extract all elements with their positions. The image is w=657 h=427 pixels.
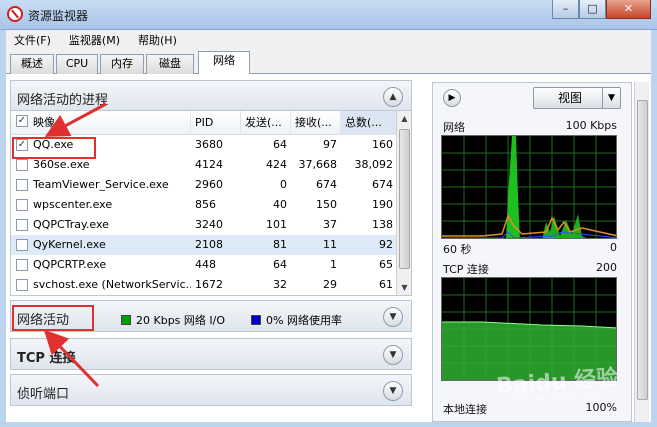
- dropdown-arrow-icon[interactable]: ▼: [602, 88, 620, 108]
- tab-disk[interactable]: 磁盘: [146, 54, 194, 74]
- resource-monitor-icon: [7, 6, 23, 22]
- graph-grid: [442, 136, 616, 238]
- graph-local-title: 本地连接: [443, 403, 487, 416]
- watermark-sub: jingyan.baidu.com: [511, 392, 604, 403]
- chevron-right-icon[interactable]: ▶: [443, 89, 461, 107]
- maximize-button[interactable]: □: [579, 0, 606, 19]
- graph-tcp-title: TCP 连接: [443, 263, 489, 276]
- annotation-arrow-1: [44, 102, 107, 137]
- graph-network-max: 100 Kbps: [565, 119, 617, 132]
- title-bar: 资源监视器 – □ ✕: [0, 0, 657, 30]
- graph-network-min: 0: [610, 241, 617, 254]
- annotation-arrow-2: [43, 329, 100, 388]
- graph-network-title: 网络: [443, 121, 465, 134]
- window-title: 资源监视器: [28, 9, 89, 23]
- menu-bar: 文件(F) 监视器(M) 帮助(H): [6, 30, 651, 50]
- close-button[interactable]: ✕: [606, 0, 651, 19]
- minimize-button[interactable]: –: [552, 0, 579, 19]
- network-graph: [441, 135, 617, 239]
- content-area: 网络活动的进程 ▲ ✓ 映像 PID 发送(... 接收(... 总数(... …: [6, 74, 651, 422]
- network-graph-svg: [442, 136, 616, 238]
- graphs-scrollbar[interactable]: [634, 82, 649, 422]
- tab-network[interactable]: 网络: [198, 51, 250, 75]
- view-button[interactable]: 视图 ▼: [533, 87, 621, 109]
- tab-cpu[interactable]: CPU: [56, 54, 98, 74]
- tab-bar: 概述 CPU 内存 磁盘 网络: [6, 50, 651, 75]
- tab-memory[interactable]: 内存: [100, 54, 144, 74]
- graph-network-time: 60 秒: [443, 243, 472, 256]
- graph-tcp-max: 200: [596, 261, 617, 274]
- annotation-arrows: [43, 102, 107, 388]
- tab-overview[interactable]: 概述: [10, 54, 54, 74]
- menu-help[interactable]: 帮助(H): [138, 32, 177, 48]
- menu-file[interactable]: 文件(F): [14, 32, 51, 48]
- menu-monitor[interactable]: 监视器(M): [69, 32, 120, 48]
- graphs-scroll-thumb[interactable]: [637, 100, 648, 400]
